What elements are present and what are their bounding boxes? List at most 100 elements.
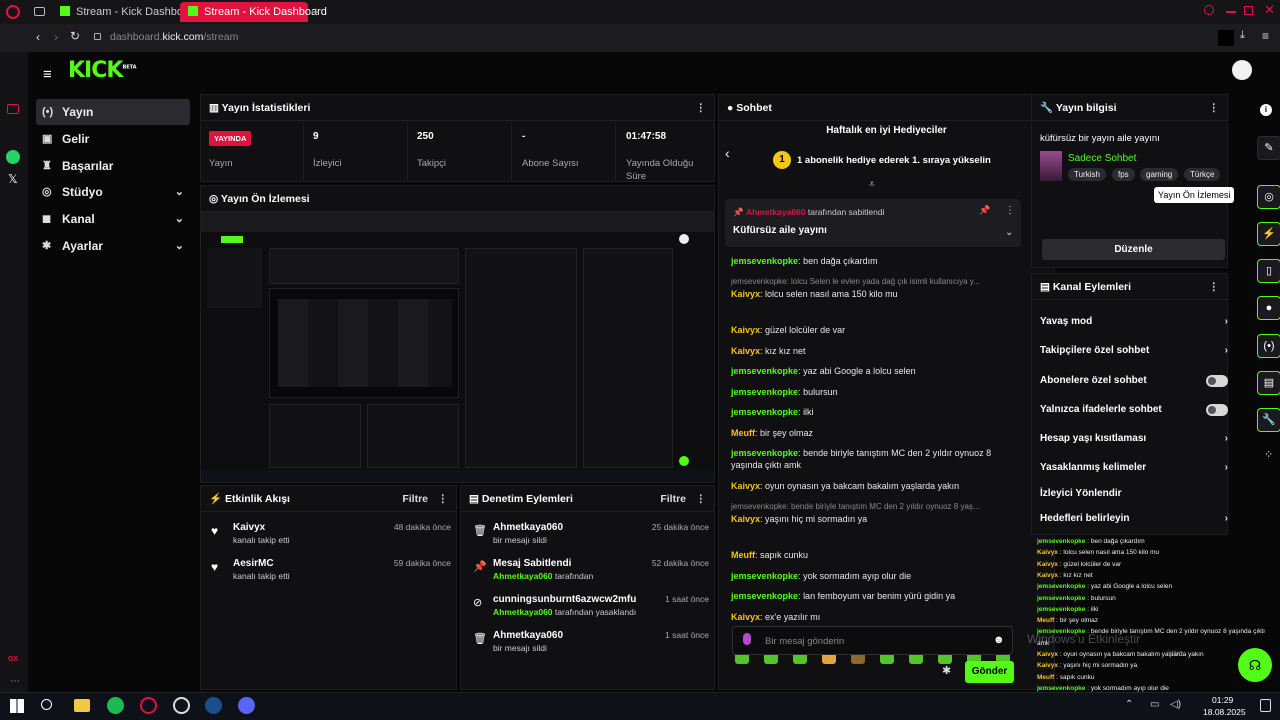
chevron-left-icon[interactable]: ‹ (725, 145, 730, 161)
network-icon[interactable]: ▭ (1150, 699, 1159, 710)
filter-button[interactable]: Filtre (660, 486, 686, 512)
download-icon[interactable]: ⤓ (1240, 29, 1245, 42)
banned-words-row[interactable]: Yasaklanmış kelimeler › (1040, 457, 1228, 479)
whatsapp-icon[interactable] (6, 150, 20, 164)
pinned-chevron-icon[interactable]: ⩡ (869, 179, 875, 190)
chat-username[interactable]: Kaivyx (731, 612, 760, 622)
maximize-button[interactable] (1244, 6, 1253, 15)
extension-block[interactable] (1218, 30, 1234, 46)
chat-username[interactable]: Meuff (731, 550, 755, 560)
edit-button[interactable]: Düzenle (1042, 239, 1225, 260)
chat-username[interactable]: Kaivyx (731, 481, 760, 491)
nav-ayarlar[interactable]: ✱ Ayarlar ⌄ (36, 233, 190, 259)
tag-gaming[interactable]: gaming (1140, 168, 1179, 181)
spotify-icon[interactable] (107, 697, 124, 714)
tag-turkish[interactable]: Turkish (1068, 168, 1106, 181)
emoji-icon[interactable]: ☻ (993, 634, 1005, 646)
nav-yayin[interactable]: (•) Yayın (36, 99, 190, 125)
volume-icon[interactable]: ◁) (1170, 699, 1181, 710)
followers-only-row[interactable]: Takipçilere özel sohbet › (1040, 340, 1228, 362)
more-options-icon[interactable]: ⋮ (1209, 274, 1220, 300)
search-icon[interactable] (1204, 5, 1214, 15)
nav-basarilar[interactable]: ♜ Başarılar (36, 153, 190, 179)
search-icon[interactable] (41, 699, 52, 710)
chat-username[interactable]: jemsevenkopke (731, 591, 798, 601)
chat-username[interactable]: jemsevenkopke (731, 571, 798, 581)
chat-input[interactable]: Bir mesaj gönderin ☻ (732, 626, 1013, 655)
chat-rail-icon[interactable]: ● (1257, 296, 1280, 320)
more-options-icon[interactable]: ⋮ (696, 95, 707, 121)
obs-icon[interactable] (173, 697, 190, 714)
preview-video[interactable] (201, 212, 714, 482)
reload-icon[interactable]: ↻ (70, 29, 80, 43)
nav-gelir[interactable]: ▣ Gelir (36, 126, 190, 152)
back-button[interactable]: ‹ (36, 30, 40, 44)
opera-gx-icon[interactable] (140, 697, 157, 714)
preview-rail-icon[interactable]: ◎ (1257, 185, 1280, 209)
forward-button[interactable]: › (54, 30, 58, 44)
chat-username[interactable]: Kaivyx (731, 346, 760, 356)
chat-username[interactable]: Kaivyx (731, 289, 760, 299)
chevron-down-icon[interactable]: ⌄ (1005, 227, 1013, 238)
chat-username[interactable]: Meuff (731, 428, 755, 438)
discord-icon[interactable] (238, 697, 255, 714)
tab-stream-2[interactable]: Stream - Kick Dashboard (180, 2, 327, 22)
notification-icon[interactable] (1260, 699, 1271, 712)
chat-username[interactable]: jemsevenkopke (731, 256, 798, 266)
hamburger-menu-icon[interactable]: ≡ (43, 66, 52, 83)
reply-preview[interactable]: jemsevenkopke: bende biriyle tanıştım MC… (731, 501, 1016, 513)
microphone-icon[interactable] (743, 633, 751, 645)
emote-only-toggle[interactable] (1206, 404, 1228, 416)
nav-kanal[interactable]: ◼ Kanal ⌄ (36, 206, 190, 232)
category-name[interactable]: Sadece Sohbet (1068, 153, 1136, 164)
chat-settings-icon[interactable]: ✱ (942, 664, 951, 677)
raid-row[interactable]: İzleyici Yönlendir (1040, 483, 1228, 505)
url-field[interactable]: dashboard.kick.com/stream (110, 31, 238, 43)
account-age-row[interactable]: Hesap yaşı kısıtlaması › (1040, 428, 1228, 450)
more-icon[interactable]: ⋯ (10, 676, 20, 687)
more-options-icon[interactable]: ⋮ (438, 486, 449, 512)
opera-logo-icon[interactable] (6, 5, 20, 19)
menu-icon[interactable]: ≡ (1262, 29, 1269, 43)
clock-date[interactable]: 18.08.2025 (1203, 707, 1246, 717)
windows-start-icon[interactable] (10, 699, 24, 713)
subs-only-toggle[interactable] (1206, 375, 1228, 387)
lightning-icon[interactable]: ⚡ (1257, 222, 1280, 246)
info-icon[interactable]: i (1260, 104, 1272, 116)
minimize-button[interactable] (1226, 11, 1236, 13)
gx-corner-icon[interactable] (7, 104, 19, 114)
unpin-icon[interactable]: 📌 (979, 205, 990, 216)
send-button[interactable]: Gönder (965, 661, 1014, 683)
filter-button[interactable]: Filtre (402, 486, 428, 512)
chat-username[interactable]: jemsevenkopke (731, 448, 798, 458)
steam-icon[interactable] (205, 697, 222, 714)
goals-row[interactable]: Hedefleri belirleyin › (1040, 508, 1228, 530)
chat-username[interactable]: Kaivyx (731, 514, 760, 524)
nav-studyo[interactable]: ◎ Stüdyo ⌄ (36, 179, 190, 205)
avatar[interactable] (1232, 60, 1252, 80)
document-icon[interactable]: ▯ (1257, 259, 1280, 283)
x-twitter-icon[interactable]: 𝕏 (8, 172, 18, 186)
layout-icon[interactable]: ▤ (1257, 371, 1280, 395)
chat-username[interactable]: Kaivyx (731, 325, 760, 335)
broadcast-rail-icon[interactable]: (•) (1257, 334, 1280, 358)
close-window-button[interactable]: ✕ (1264, 2, 1275, 18)
chat-username[interactable]: jemsevenkopke (731, 407, 798, 417)
tab-stream-1[interactable]: Stream - Kick Dashboard (52, 2, 199, 22)
workspaces-icon[interactable] (34, 7, 45, 16)
more-options-icon[interactable]: ⋮ (696, 486, 707, 512)
chat-username[interactable]: jemsevenkopke (731, 366, 798, 376)
wrench-rail-icon[interactable]: 🔧 (1257, 408, 1280, 432)
slow-mode-row[interactable]: Yavaş mod › (1040, 311, 1228, 333)
reply-preview[interactable]: jemsevenkopke: lolcu Selen le evlen yada… (731, 276, 1016, 288)
tray-chevron-icon[interactable]: ⌃ (1125, 699, 1133, 710)
tag-turkce[interactable]: Türkçe (1184, 168, 1221, 181)
file-explorer-icon[interactable] (74, 699, 90, 712)
dots-cluster-icon[interactable]: ⁘ (1264, 448, 1273, 461)
chat-username[interactable]: jemsevenkopke (731, 387, 798, 397)
more-options-icon[interactable]: ⋮ (1209, 95, 1220, 121)
new-tab-button[interactable]: + (312, 4, 320, 19)
clock-time[interactable]: 01:29 (1212, 695, 1233, 705)
tag-fps[interactable]: fps (1112, 168, 1135, 181)
more-options-icon[interactable]: ⋮ (1005, 205, 1015, 216)
